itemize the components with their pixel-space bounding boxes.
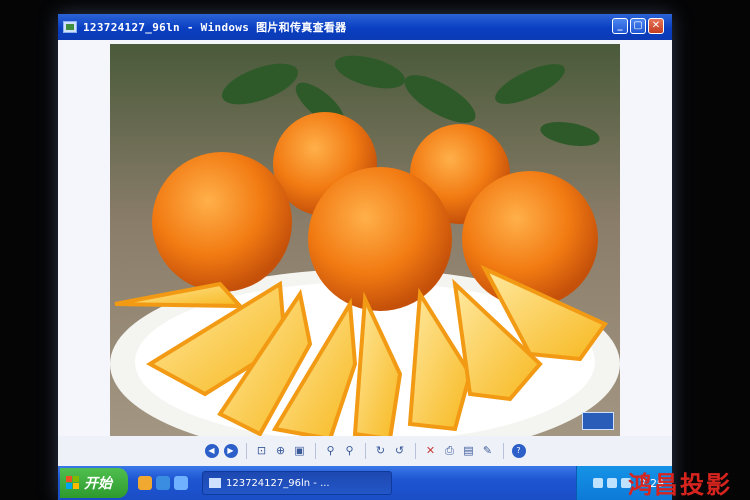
print-icon[interactable]: ⎙	[443, 444, 457, 458]
rotate-cw-icon[interactable]: ↻	[374, 444, 388, 458]
close-button[interactable]: ✕	[648, 18, 664, 34]
zoom-out-icon[interactable]: ⚲	[343, 444, 357, 458]
next-icon[interactable]: ▶	[223, 444, 238, 458]
save-icon[interactable]: ▤	[462, 444, 476, 458]
viewer-toolbar: ◀ ▶ ⊡ ⊕ ▣ ⚲ ⚲ ↻ ↺ ✕ ⎙ ▤ ✎ ?	[58, 436, 672, 466]
photo-corner-mark	[582, 412, 614, 430]
folder-icon[interactable]	[138, 476, 152, 490]
toolbar-divider	[414, 443, 416, 459]
toolbar-divider	[245, 443, 247, 459]
zoom-in-icon[interactable]: ⚲	[324, 444, 338, 458]
quick-launch	[138, 476, 188, 490]
taskbar-item-label: 123724127_96ln - ...	[226, 477, 330, 489]
delete-icon[interactable]: ✕	[424, 444, 438, 458]
taskbar-item-image-viewer[interactable]: 123724127_96ln - ...	[202, 471, 392, 495]
best-fit-icon[interactable]: ⊡	[255, 444, 269, 458]
orange-photo-graphic	[110, 44, 620, 440]
window-controls: _ ▢ ✕	[612, 18, 664, 34]
edit-icon[interactable]: ✎	[481, 444, 495, 458]
maximize-button[interactable]: ▢	[630, 18, 646, 34]
toolbar-divider	[364, 443, 366, 459]
media-icon[interactable]	[174, 476, 188, 490]
window-title: 123724127_96ln - Windows 图片和传真查看器	[83, 21, 347, 34]
displayed-photo[interactable]	[110, 44, 620, 440]
prev-icon[interactable]: ◀	[204, 444, 219, 458]
rotate-ccw-icon[interactable]: ↺	[393, 444, 407, 458]
window-titlebar[interactable]: 123724127_96ln - Windows 图片和传真查看器 _ ▢ ✕	[58, 14, 672, 40]
windows-logo-icon	[66, 476, 80, 490]
actual-size-icon[interactable]: ⊕	[274, 444, 288, 458]
toolbar-divider	[502, 443, 504, 459]
start-label: 开始	[84, 476, 112, 492]
browser-icon[interactable]	[156, 476, 170, 490]
toolbar-divider	[314, 443, 316, 459]
slideshow-icon[interactable]: ▣	[293, 444, 307, 458]
taskbar: 开始 123724127_96ln - ... 2:29	[58, 466, 672, 500]
watermark: 鸿昌投影	[628, 470, 732, 499]
image-viewer-icon	[63, 21, 77, 33]
volume-icon[interactable]	[607, 478, 618, 488]
minimize-button[interactable]: _	[612, 18, 628, 34]
help-icon[interactable]: ?	[511, 444, 526, 458]
network-icon[interactable]	[593, 478, 604, 488]
image-viewport	[58, 40, 672, 440]
image-viewer-icon	[209, 478, 221, 488]
start-button[interactable]: 开始	[60, 468, 128, 498]
projected-screen: 123724127_96ln - Windows 图片和传真查看器 _ ▢ ✕	[58, 14, 672, 500]
